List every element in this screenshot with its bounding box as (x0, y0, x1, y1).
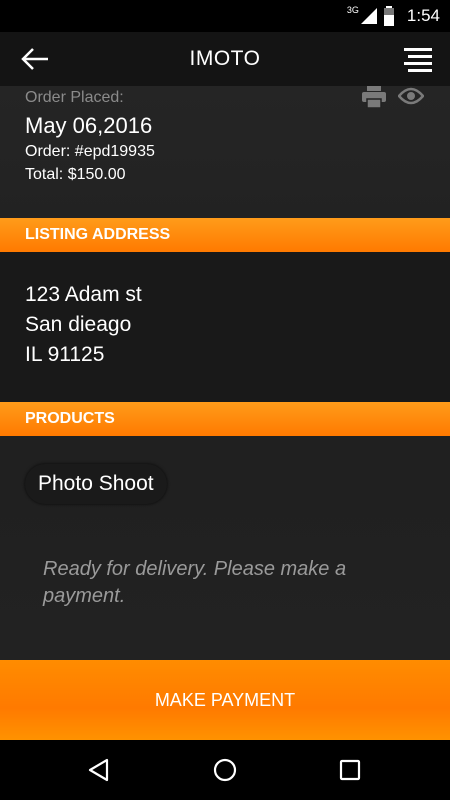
app-bar: IMOTO (0, 32, 450, 86)
delivery-note: Ready for delivery. Please make a paymen… (43, 558, 347, 607)
clock: 1:54 (406, 6, 440, 25)
product-chip: Photo Shoot (25, 464, 167, 504)
back-arrow-icon[interactable] (20, 44, 50, 74)
order-details: Order Placed: May 06,2016 Order: #epd199… (0, 86, 450, 660)
nav-recents-icon[interactable] (339, 759, 361, 781)
network-type: 3G (346, 5, 359, 15)
signal-icon (360, 8, 377, 24)
order-placed-label: Order Placed: (25, 89, 124, 106)
eye-icon[interactable] (398, 86, 424, 106)
order-total: Total: $150.00 (25, 166, 126, 183)
address-line: IL 91125 (25, 343, 105, 366)
make-payment-button[interactable]: MAKE PAYMENT (0, 660, 450, 740)
print-icon[interactable] (362, 86, 386, 108)
status-bar: 3G 1:54 (0, 0, 450, 32)
app-title: IMOTO (189, 47, 261, 70)
address-line: 123 Adam st (25, 283, 142, 306)
products-header: PRODUCTS (0, 402, 450, 436)
nav-home-icon[interactable] (212, 757, 238, 783)
address-line: San dieago (25, 313, 132, 336)
order-date: May 06,2016 (25, 113, 153, 138)
nav-back-icon[interactable] (87, 758, 111, 782)
system-nav-bar (0, 740, 450, 800)
listing-address: 123 Adam st San dieago IL 91125 (0, 252, 450, 402)
listing-address-header: LISTING ADDRESS (0, 218, 450, 252)
menu-icon[interactable] (404, 45, 432, 73)
battery-icon (383, 6, 394, 26)
order-number: Order: #epd19935 (25, 143, 155, 160)
